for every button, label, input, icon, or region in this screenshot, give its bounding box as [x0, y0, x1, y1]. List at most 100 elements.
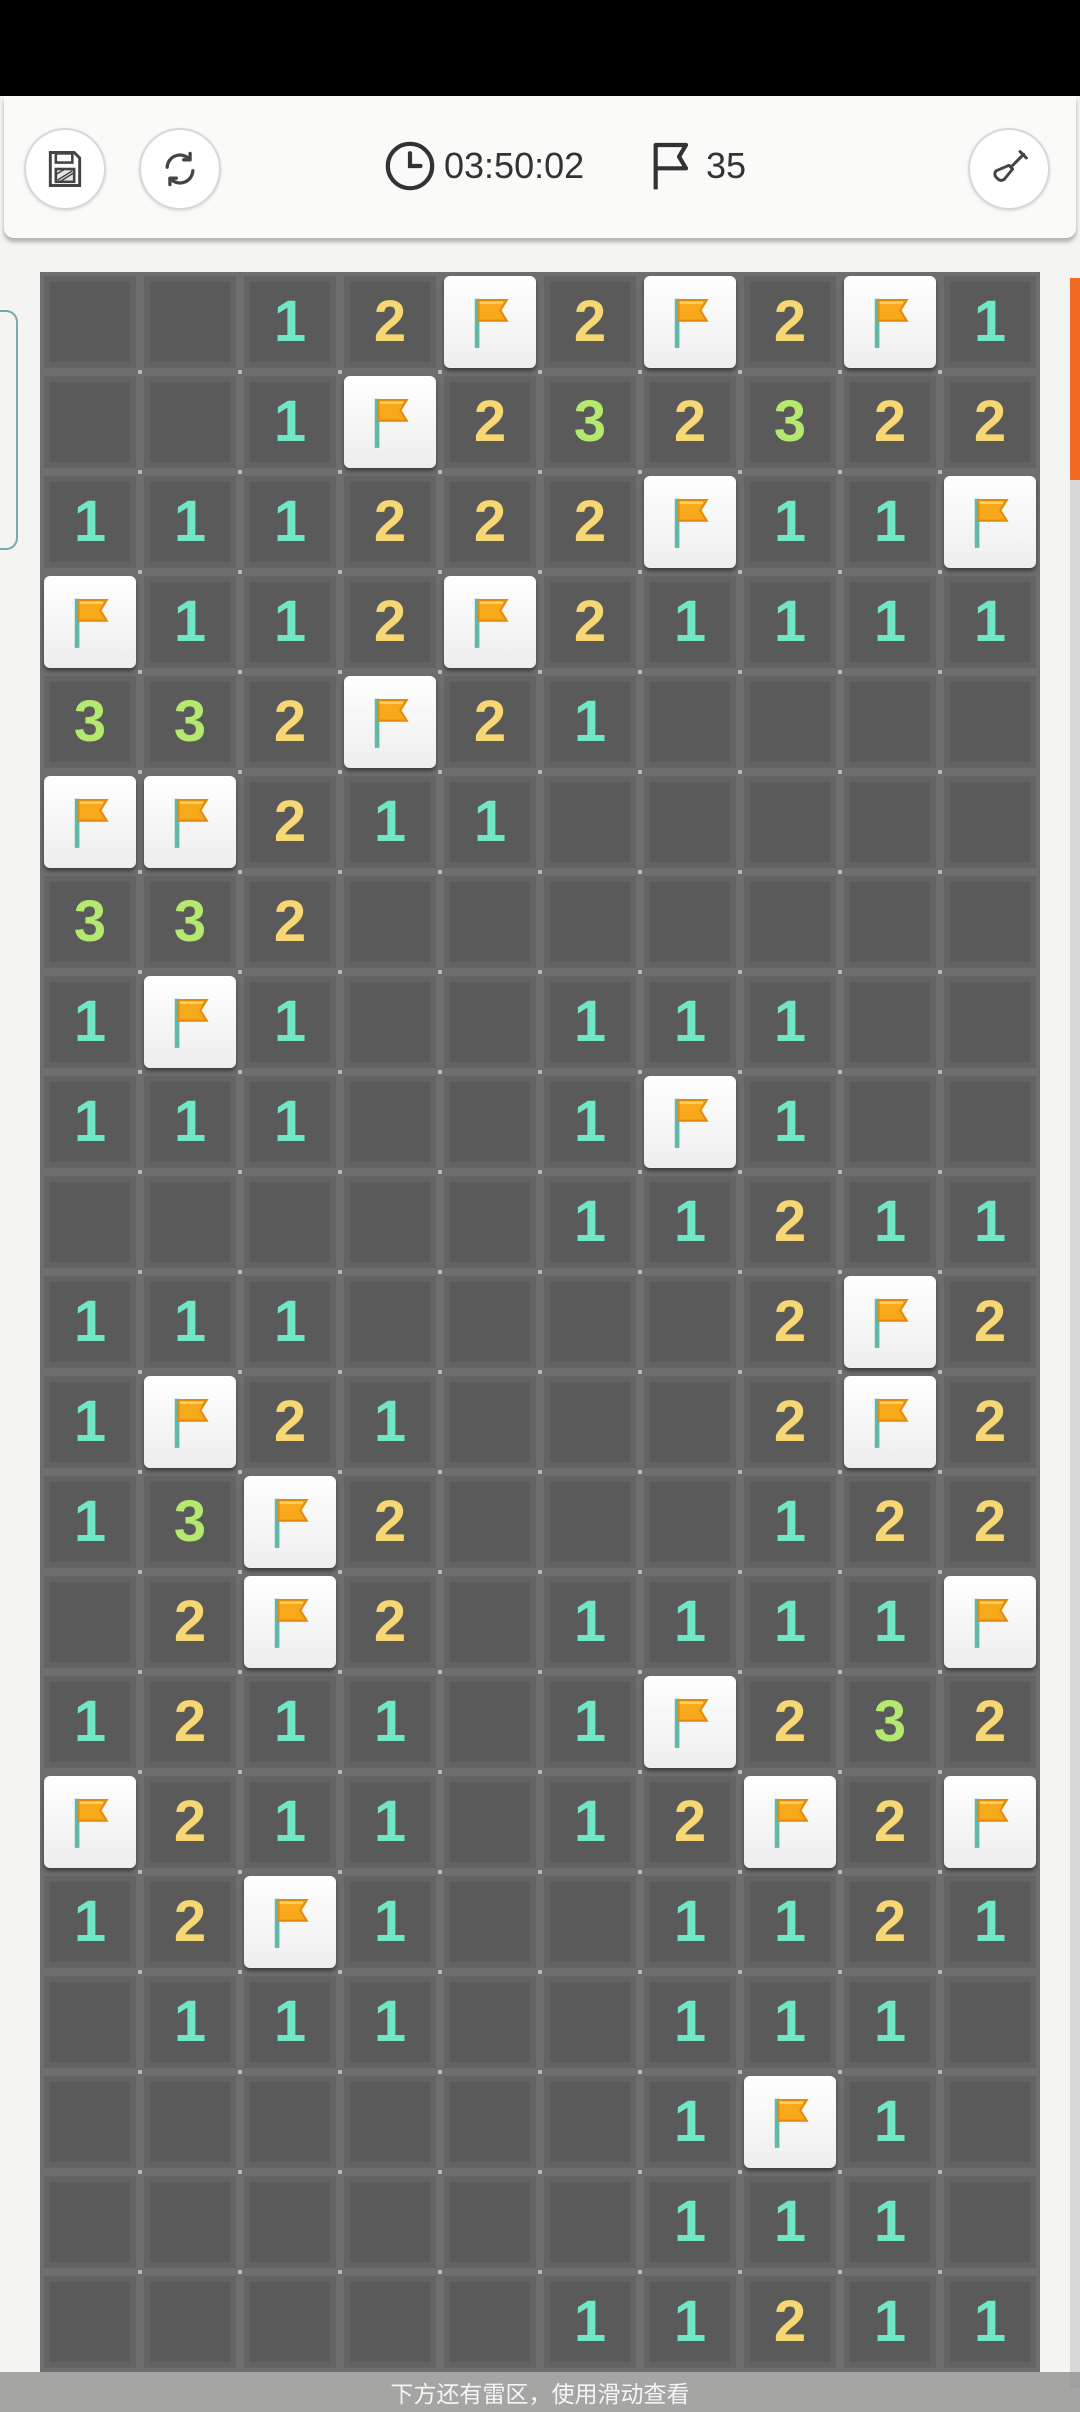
number-cell[interactable]: 1	[544, 1676, 636, 1768]
number-cell[interactable]: 2	[744, 1376, 836, 1468]
number-cell[interactable]: 2	[644, 1776, 736, 1868]
number-cell[interactable]: 1	[144, 1976, 236, 2068]
number-cell[interactable]: 1	[644, 1176, 736, 1268]
number-cell[interactable]: 3	[844, 1676, 936, 1768]
empty-cell[interactable]	[544, 1476, 636, 1568]
empty-cell[interactable]	[144, 2176, 236, 2268]
flagged-cell[interactable]	[144, 1376, 236, 1468]
number-cell[interactable]: 2	[844, 1876, 936, 1968]
number-cell[interactable]: 1	[644, 1576, 736, 1668]
empty-cell[interactable]	[444, 1176, 536, 1268]
number-cell[interactable]: 1	[644, 576, 736, 668]
number-cell[interactable]: 2	[344, 476, 436, 568]
flagged-cell[interactable]	[44, 776, 136, 868]
number-cell[interactable]: 1	[44, 1676, 136, 1768]
flagged-cell[interactable]	[244, 1876, 336, 1968]
number-cell[interactable]: 2	[144, 1876, 236, 1968]
number-cell[interactable]: 2	[744, 2276, 836, 2368]
flagged-cell[interactable]	[444, 276, 536, 368]
number-cell[interactable]: 1	[544, 1776, 636, 1868]
empty-cell[interactable]	[944, 676, 1036, 768]
flagged-cell[interactable]	[944, 1776, 1036, 1868]
flagged-cell[interactable]	[744, 2076, 836, 2168]
number-cell[interactable]: 1	[744, 576, 836, 668]
number-cell[interactable]: 1	[44, 1876, 136, 1968]
empty-cell[interactable]	[344, 2176, 436, 2268]
empty-cell[interactable]	[944, 2076, 1036, 2168]
number-cell[interactable]: 1	[844, 1976, 936, 2068]
empty-cell[interactable]	[744, 876, 836, 968]
number-cell[interactable]: 1	[844, 2076, 936, 2168]
number-cell[interactable]: 2	[844, 1476, 936, 1568]
empty-cell[interactable]	[344, 2276, 436, 2368]
empty-cell[interactable]	[144, 2276, 236, 2368]
number-cell[interactable]: 3	[144, 676, 236, 768]
number-cell[interactable]: 2	[944, 1276, 1036, 1368]
number-cell[interactable]: 2	[744, 276, 836, 368]
number-cell[interactable]: 1	[944, 576, 1036, 668]
number-cell[interactable]: 1	[144, 476, 236, 568]
empty-cell[interactable]	[544, 1276, 636, 1368]
empty-cell[interactable]	[444, 1876, 536, 1968]
scrollbar-thumb[interactable]	[1070, 278, 1080, 480]
number-cell[interactable]: 3	[744, 376, 836, 468]
number-cell[interactable]: 1	[844, 576, 936, 668]
number-cell[interactable]: 1	[44, 1476, 136, 1568]
number-cell[interactable]: 1	[344, 1376, 436, 1468]
number-cell[interactable]: 2	[744, 1276, 836, 1368]
flagged-cell[interactable]	[844, 1376, 936, 1468]
number-cell[interactable]: 3	[44, 876, 136, 968]
number-cell[interactable]: 3	[544, 376, 636, 468]
empty-cell[interactable]	[944, 976, 1036, 1068]
empty-cell[interactable]	[244, 2176, 336, 2268]
number-cell[interactable]: 2	[244, 876, 336, 968]
number-cell[interactable]: 2	[344, 276, 436, 368]
number-cell[interactable]: 3	[44, 676, 136, 768]
number-cell[interactable]: 1	[244, 376, 336, 468]
flagged-cell[interactable]	[144, 976, 236, 1068]
number-cell[interactable]: 1	[344, 1876, 436, 1968]
number-cell[interactable]: 2	[744, 1676, 836, 1768]
number-cell[interactable]: 1	[244, 1776, 336, 1868]
number-cell[interactable]: 1	[844, 1176, 936, 1268]
number-cell[interactable]: 1	[244, 976, 336, 1068]
number-cell[interactable]: 2	[444, 376, 536, 468]
number-cell[interactable]: 1	[944, 1176, 1036, 1268]
dig-mode-button[interactable]	[968, 128, 1050, 210]
empty-cell[interactable]	[344, 2076, 436, 2168]
number-cell[interactable]: 3	[144, 1476, 236, 1568]
flagged-cell[interactable]	[344, 376, 436, 468]
number-cell[interactable]: 1	[344, 1976, 436, 2068]
empty-cell[interactable]	[44, 1176, 136, 1268]
number-cell[interactable]: 1	[644, 2076, 736, 2168]
number-cell[interactable]: 1	[244, 1976, 336, 2068]
number-cell[interactable]: 2	[344, 576, 436, 668]
empty-cell[interactable]	[344, 876, 436, 968]
number-cell[interactable]: 1	[244, 1076, 336, 1168]
number-cell[interactable]: 1	[344, 1676, 436, 1768]
number-cell[interactable]: 2	[744, 1176, 836, 1268]
empty-cell[interactable]	[144, 276, 236, 368]
empty-cell[interactable]	[444, 2176, 536, 2268]
empty-cell[interactable]	[44, 276, 136, 368]
empty-cell[interactable]	[144, 1176, 236, 1268]
number-cell[interactable]: 1	[144, 1076, 236, 1168]
number-cell[interactable]: 2	[944, 1676, 1036, 1768]
empty-cell[interactable]	[44, 1576, 136, 1668]
empty-cell[interactable]	[344, 976, 436, 1068]
save-button[interactable]	[24, 128, 106, 210]
number-cell[interactable]: 1	[44, 1076, 136, 1168]
empty-cell[interactable]	[44, 2076, 136, 2168]
flagged-cell[interactable]	[944, 1576, 1036, 1668]
flagged-cell[interactable]	[144, 776, 236, 868]
empty-cell[interactable]	[444, 2076, 536, 2168]
number-cell[interactable]: 2	[244, 776, 336, 868]
number-cell[interactable]: 2	[944, 1376, 1036, 1468]
number-cell[interactable]: 2	[244, 1376, 336, 1468]
number-cell[interactable]: 1	[744, 1876, 836, 1968]
number-cell[interactable]: 1	[344, 776, 436, 868]
number-cell[interactable]: 1	[144, 1276, 236, 1368]
number-cell[interactable]: 1	[744, 1076, 836, 1168]
number-cell[interactable]: 2	[644, 376, 736, 468]
empty-cell[interactable]	[844, 976, 936, 1068]
